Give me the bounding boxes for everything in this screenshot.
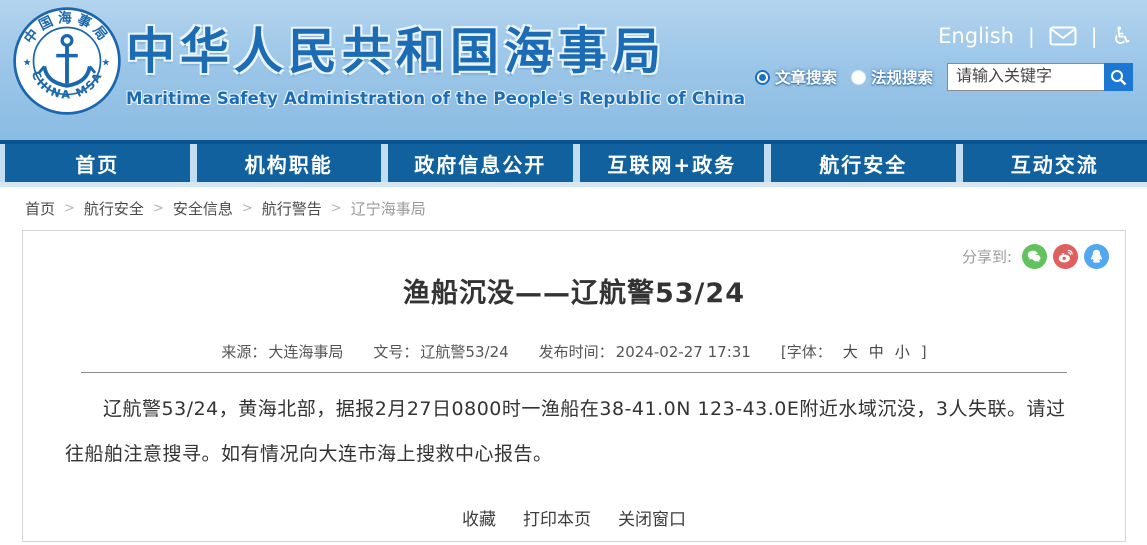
breadcrumb-separator: > (153, 201, 164, 216)
site-title-cn: 中华人民共和国海事局 (126, 12, 745, 83)
qq-share-icon[interactable] (1084, 244, 1109, 269)
breadcrumb-safety-info[interactable]: 安全信息 (173, 198, 233, 219)
nav-item-functions[interactable]: 机构职能 (197, 144, 382, 182)
search-area: 文章搜索 法规搜索 (755, 63, 1133, 91)
breadcrumb-nav-safety[interactable]: 航行安全 (84, 198, 144, 219)
favorite-link[interactable]: 收藏 (462, 505, 496, 530)
radio-law-search[interactable]: 法规搜索 (851, 66, 933, 88)
meta-publish-time: 发布时间：2024-02-27 17:31 (539, 341, 751, 362)
share-row: 分享到: (23, 231, 1125, 269)
mail-icon[interactable] (1049, 26, 1077, 46)
breadcrumb: 首页 > 航行安全 > 安全信息 > 航行警告 > 辽宁海事局 (0, 187, 1147, 230)
msa-logo-emblem: 中国海事局 CHINA MSA ★ ★ (13, 7, 121, 115)
search-input[interactable] (947, 63, 1104, 91)
breadcrumb-separator: > (331, 201, 342, 216)
logo-star-right: ★ (102, 57, 111, 68)
font-size-bracket-close: ] (921, 343, 927, 361)
breadcrumb-liaoning-msa: 辽宁海事局 (351, 198, 426, 219)
article-body: 辽航警53/24，黄海北部，据报2月27日0800时一渔船在38-41.0N 1… (23, 373, 1125, 476)
font-size-small[interactable]: 小 (895, 341, 910, 362)
nav-item-gov-info[interactable]: 政府信息公开 (388, 144, 573, 182)
breadcrumb-home[interactable]: 首页 (25, 198, 55, 219)
article-meta: 来源：大连海事局 文号：辽航警53/24 发布时间：2024-02-27 17:… (23, 341, 1125, 362)
weibo-share-icon[interactable] (1053, 244, 1078, 269)
font-size-medium[interactable]: 中 (869, 341, 884, 362)
radio-article-label: 文章搜索 (775, 66, 837, 88)
search-button[interactable] (1104, 63, 1133, 91)
logo-star-left: ★ (23, 57, 32, 68)
site-title-en: Maritime Safety Administration of the Pe… (126, 89, 745, 108)
site-header: 中国海事局 CHINA MSA ★ ★ 中华人民共和国海事局 Maritime … (0, 0, 1147, 140)
accessibility-icon[interactable]: ♿ (1111, 24, 1133, 48)
breadcrumb-separator: > (64, 201, 75, 216)
font-size-widget: [字体： 大 中 小 ] (781, 341, 927, 362)
divider: | (1028, 24, 1035, 48)
english-link[interactable]: English (938, 24, 1014, 48)
nav-item-home[interactable]: 首页 (5, 144, 190, 182)
header-utilities: English | | ♿ 文章搜索 法规搜索 (755, 24, 1133, 91)
radio-law-label: 法规搜索 (871, 66, 933, 88)
close-window-link[interactable]: 关闭窗口 (618, 505, 686, 530)
article-actions: 收藏 打印本页 关闭窗口 (23, 505, 1125, 530)
breadcrumb-nav-warning[interactable]: 航行警告 (262, 198, 322, 219)
breadcrumb-separator: > (242, 201, 253, 216)
search-scope-radios: 文章搜索 法规搜索 (755, 66, 933, 88)
main-nav: 首页 机构职能 政府信息公开 互联网+政务 航行安全 互动交流 (0, 140, 1147, 187)
article-title: 渔船沉没——辽航警53/24 (23, 271, 1125, 310)
nav-item-interaction[interactable]: 互动交流 (963, 144, 1147, 182)
share-label: 分享到: (962, 246, 1012, 267)
meta-doc-number: 文号：辽航警53/24 (373, 341, 508, 362)
radio-unselected-icon[interactable] (851, 70, 866, 85)
article-box: 分享到: 渔船沉没——辽航警53/24 来源：大连海事局 文号：辽航警53/24… (22, 230, 1126, 542)
print-page-link[interactable]: 打印本页 (523, 505, 591, 530)
nav-item-internet-gov[interactable]: 互联网+政务 (580, 144, 765, 182)
nav-item-nav-safety[interactable]: 航行安全 (771, 144, 956, 182)
radio-selected-icon[interactable] (755, 70, 770, 85)
meta-source: 来源：大连海事局 (221, 341, 343, 362)
wechat-share-icon[interactable] (1022, 244, 1047, 269)
search-icon (1110, 69, 1127, 86)
site-brand: 中华人民共和国海事局 Maritime Safety Administratio… (126, 12, 745, 108)
divider: | (1091, 24, 1098, 48)
font-size-label: [字体： (781, 341, 832, 362)
search-box (947, 63, 1133, 91)
radio-article-search[interactable]: 文章搜索 (755, 66, 837, 88)
top-links: English | | ♿ (755, 24, 1133, 48)
nav-items: 首页 机构职能 政府信息公开 互联网+政务 航行安全 互动交流 (0, 144, 1147, 182)
msa-logo: 中国海事局 CHINA MSA ★ ★ (13, 7, 121, 115)
font-size-large[interactable]: 大 (843, 341, 858, 362)
